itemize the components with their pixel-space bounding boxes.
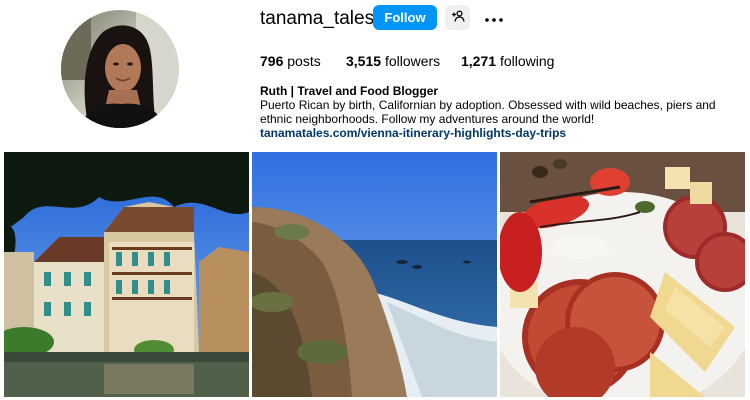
- posts-count: 796: [260, 53, 284, 69]
- more-options-button[interactable]: [481, 5, 507, 30]
- posts-stat: 796 posts: [260, 53, 321, 69]
- followers-stat[interactable]: 3,515 followers: [346, 53, 440, 69]
- suggest-accounts-button[interactable]: [445, 5, 470, 30]
- bio-text: Puerto Rican by birth, Californian by ad…: [260, 98, 716, 126]
- bio-name: Ruth | Travel and Food Blogger: [260, 84, 439, 98]
- following-stat[interactable]: 1,271 following: [461, 53, 554, 69]
- posts-label: posts: [287, 53, 321, 69]
- post-thumbnail[interactable]: [252, 152, 497, 397]
- followers-label: followers: [384, 53, 441, 69]
- profile-avatar[interactable]: [61, 10, 179, 128]
- profile-username: tanama_tales: [260, 8, 375, 29]
- post-thumbnail[interactable]: [4, 152, 249, 397]
- add-person-icon: [451, 9, 465, 26]
- post-thumbnail[interactable]: [500, 152, 745, 397]
- following-count: 1,271: [461, 53, 497, 69]
- follow-button[interactable]: Follow: [373, 5, 437, 30]
- bio-link[interactable]: tanamatales.com/vienna-itinerary-highlig…: [260, 126, 566, 140]
- more-options-icon: [485, 10, 503, 25]
- followers-count: 3,515: [346, 53, 382, 69]
- following-label: following: [499, 53, 555, 69]
